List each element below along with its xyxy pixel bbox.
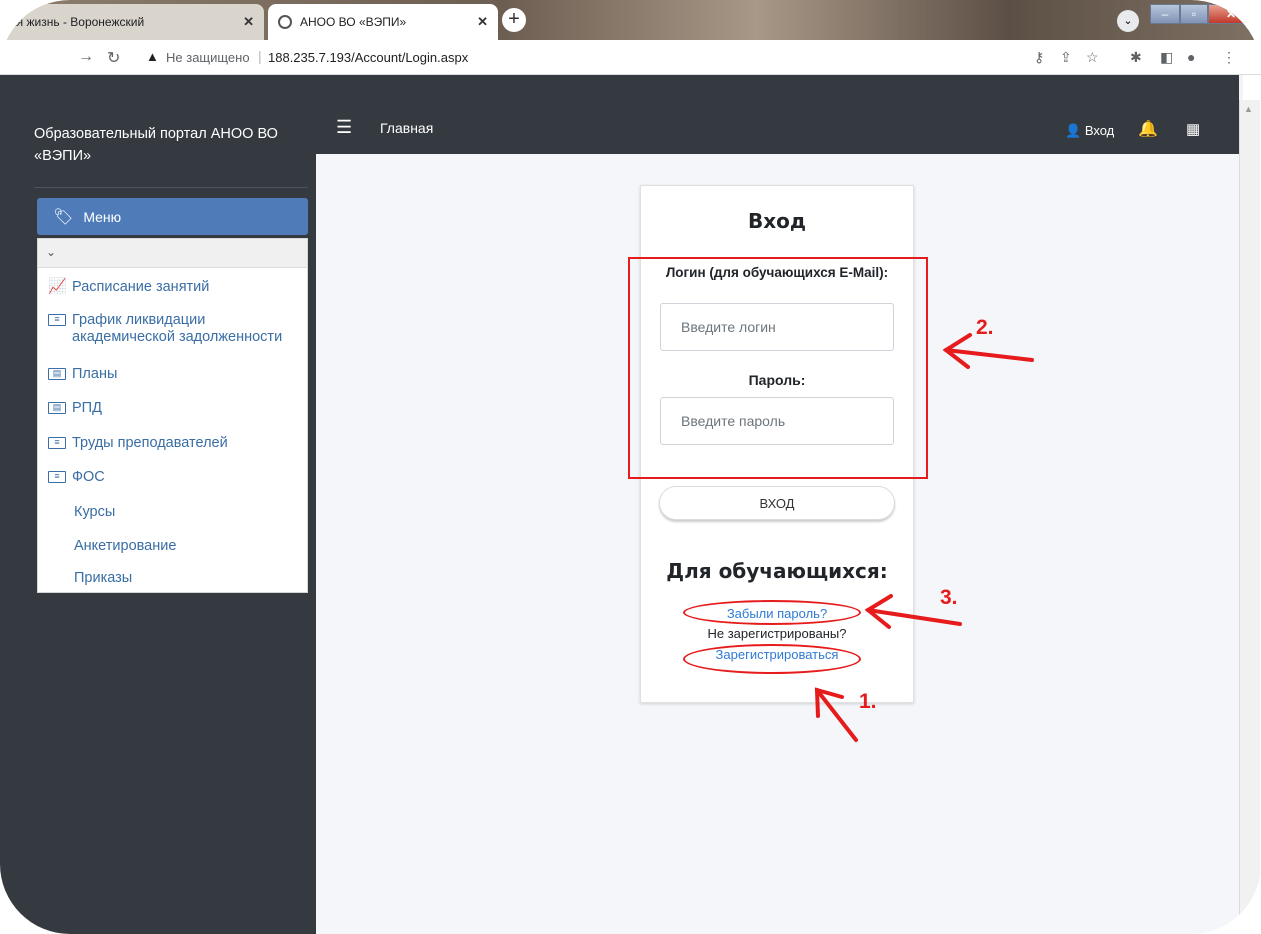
browser-toolbar: → ↻ ▲ Не защищено | 188.235.7.193/Accoun… — [0, 40, 1261, 75]
tab-search-icon[interactable]: ⌄ — [1117, 10, 1139, 32]
nav-home-link[interactable]: Главная — [380, 120, 433, 136]
divider — [34, 187, 308, 188]
forward-icon[interactable]: → — [78, 48, 94, 66]
extensions-icon[interactable]: ✱ — [1130, 49, 1142, 66]
share-icon[interactable]: ⇪ — [1060, 49, 1072, 66]
new-tab-button[interactable]: + — [502, 8, 526, 32]
menu-collapse-toggle[interactable]: ⌄ — [38, 239, 307, 268]
sidebar-item-label: Анкетирование — [74, 538, 177, 554]
top-navbar: ☰ Главная 👤 Вход 🔔 ▦ — [316, 75, 1239, 154]
list-icon: ≡ — [48, 314, 66, 326]
sidebar-item-plans[interactable]: ▤ Планы — [48, 366, 117, 383]
maximize-window-icon[interactable]: ▫ — [1180, 4, 1208, 24]
sidebar-item-debt-schedule[interactable]: ≡ График ликвидации академической задолж… — [48, 312, 302, 346]
nav-login-link[interactable]: 👤 Вход — [1065, 123, 1114, 139]
sidebar-item-label: График ликвидации академической задолжен… — [72, 312, 283, 345]
minimize-window-icon[interactable]: – — [1150, 4, 1180, 24]
list-icon: ≡ — [48, 471, 66, 483]
sidebar-item-fos[interactable]: ≡ ФОС — [48, 469, 105, 486]
screenshot-frame: ая жизнь - Воронежский ✕ АНОО ВО «ВЭПИ» … — [0, 0, 1261, 934]
tab-label: АНОО ВО «ВЭПИ» — [300, 15, 407, 29]
close-window-icon[interactable]: ✕ — [1208, 4, 1254, 24]
profile-icon[interactable]: ● — [1187, 49, 1195, 65]
card-icon: ▤ — [48, 368, 66, 380]
tag-icon: 🏷 — [53, 208, 74, 226]
chevron-down-icon: ⌄ — [46, 245, 57, 259]
more-menu-icon[interactable]: ⋮ — [1222, 49, 1236, 66]
login-title: Вход — [747, 209, 807, 233]
sidebar-item-label: Курсы — [74, 504, 116, 520]
vertical-scrollbar[interactable]: ▲ — [1239, 100, 1260, 934]
reload-icon[interactable]: ↻ — [107, 48, 120, 68]
students-heading: Для обучающихся: — [666, 559, 888, 583]
user-icon: 👤 — [1065, 123, 1082, 138]
tab-label: ая жизнь - Воронежский — [10, 15, 145, 29]
portal-brand[interactable]: Образовательный портал АНОО ВО «ВЭПИ» — [34, 123, 304, 167]
menu-label: Меню — [83, 208, 122, 225]
annotation-ellipse-forgot — [683, 600, 861, 625]
star-icon[interactable]: ☆ — [1086, 49, 1099, 66]
sidebar-item-courses[interactable]: Курсы — [74, 504, 115, 521]
close-tab-icon[interactable]: ✕ — [243, 14, 254, 30]
hamburger-menu-icon[interactable]: ☰ — [336, 117, 352, 138]
sidebar-item-rpd[interactable]: ▤ РПД — [48, 400, 102, 417]
globe-icon — [278, 15, 292, 29]
annotation-number-1: 1. — [859, 690, 877, 713]
key-icon[interactable]: ⚷ — [1034, 49, 1044, 66]
sidebar-item-survey[interactable]: Анкетирование — [74, 538, 176, 555]
sidebar-item-teacher-works[interactable]: ≡ Труды преподавателей — [48, 435, 228, 452]
browser-tab-inactive[interactable]: ая жизнь - Воронежский ✕ — [0, 4, 264, 40]
sidebar-item-label: РПД — [72, 400, 102, 416]
sidebar: Образовательный портал АНОО ВО «ВЭПИ» 🏷 … — [0, 75, 316, 934]
list-icon: ≡ — [48, 437, 66, 449]
warning-icon[interactable]: ▲ — [146, 49, 159, 64]
close-tab-icon[interactable]: ✕ — [477, 14, 488, 30]
annotation-ellipse-register — [683, 644, 861, 674]
sidebar-item-orders[interactable]: Приказы — [74, 570, 132, 587]
annotation-number-2: 2. — [976, 316, 994, 339]
sidebar-item-label: Расписание занятий — [72, 279, 210, 295]
address-separator: | — [258, 48, 262, 64]
grid-icon[interactable]: ▦ — [1186, 120, 1200, 138]
browser-tab-strip: ая жизнь - Воронежский ✕ АНОО ВО «ВЭПИ» … — [0, 0, 1261, 40]
bell-icon[interactable]: 🔔 — [1138, 119, 1158, 139]
address-bar[interactable]: 188.235.7.193/Account/Login.aspx — [268, 50, 468, 65]
security-status[interactable]: Не защищено — [166, 50, 250, 65]
sidebar-item-schedule[interactable]: 📈 Расписание занятий — [48, 279, 209, 296]
not-registered-text: Не зарегистрированы? — [707, 626, 847, 641]
browser-tab-active[interactable]: АНОО ВО «ВЭПИ» ✕ — [268, 4, 498, 40]
annotation-number-3: 3. — [940, 586, 958, 609]
sidebar-item-label: Приказы — [74, 570, 133, 586]
card-icon: ▤ — [48, 402, 66, 414]
sidebar-item-label: Планы — [72, 366, 118, 382]
chart-line-icon: 📈 — [48, 278, 67, 295]
annotation-rectangle — [628, 257, 928, 479]
menu-panel: ⌄ 📈 Расписание занятий ≡ График ликвидац… — [37, 238, 308, 593]
nav-login-label: Вход — [1084, 123, 1115, 138]
sidebar-item-label: ФОС — [72, 469, 105, 485]
scroll-up-icon[interactable]: ▲ — [1244, 104, 1253, 114]
side-panel-icon[interactable]: ◧ — [1160, 49, 1173, 66]
menu-button[interactable]: 🏷 Меню — [37, 198, 308, 235]
sidebar-item-label: Труды преподавателей — [72, 435, 228, 451]
login-submit-button[interactable]: вход — [659, 486, 895, 520]
